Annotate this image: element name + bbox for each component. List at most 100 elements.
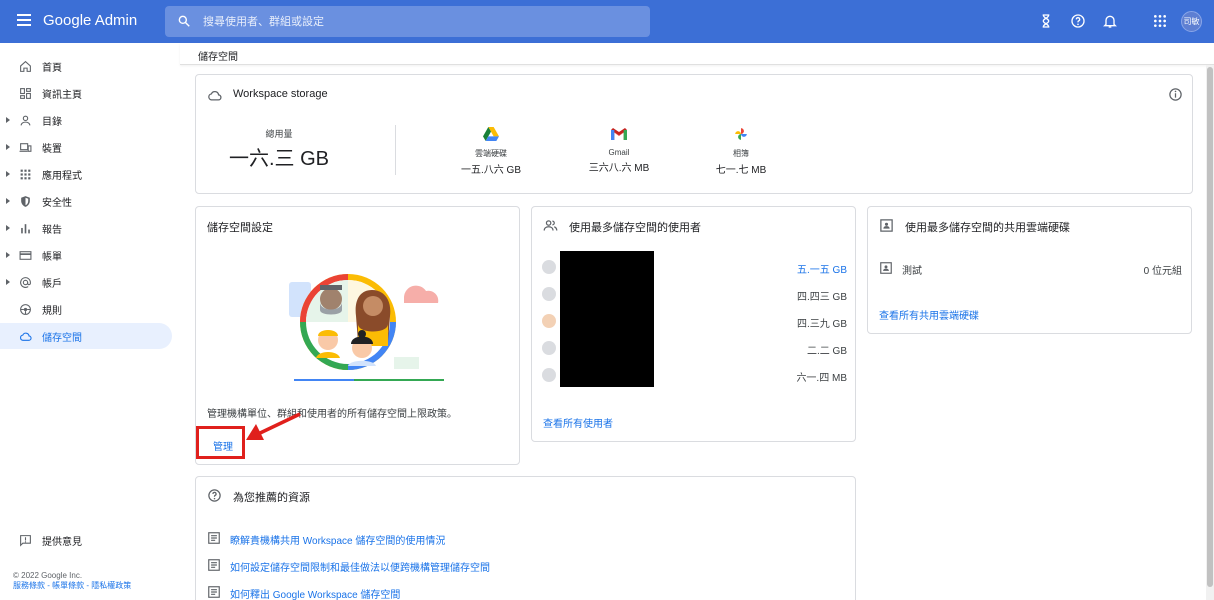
sidebar-item-account[interactable]: 帳戶	[0, 269, 172, 295]
sidebar-item-label: 帳單	[42, 251, 62, 263]
expand-caret-icon	[6, 117, 10, 123]
drive-icon	[483, 127, 499, 141]
sidebar-item-label: 資訊主頁	[42, 89, 82, 101]
sidebar-item-label: 報告	[42, 224, 62, 236]
service-value: 一五.八六 GB	[460, 165, 521, 176]
service-name: 相簿	[733, 149, 749, 158]
shield-icon	[21, 195, 30, 207]
shared-drive-value: 0 位元組	[1143, 266, 1182, 277]
scrollbar[interactable]	[1206, 65, 1214, 600]
article-icon	[208, 532, 220, 544]
sidebar-item-label: 安全性	[42, 197, 72, 209]
sidebar-item-label: 應用程式	[42, 170, 82, 182]
feedback-icon	[20, 534, 31, 547]
workspace-storage-card: Workspace storage 總用量 一六.三 GB 雲端硬碟 一五.八六…	[195, 74, 1193, 194]
card-title: Workspace storage	[233, 88, 328, 100]
service-value: 七一.七 MB	[715, 165, 767, 176]
breadcrumb[interactable]: 儲存空間	[198, 48, 238, 63]
top-users-card: 使用最多儲存空間的使用者 五.一五 GB 四.四三 GB 四.三九 GB 二.二…	[531, 206, 856, 442]
sidebar-footer: © 2022 Google Inc. 服務條款 - 帳單條款 - 隱私權政策	[13, 571, 131, 591]
expand-caret-icon	[6, 198, 10, 204]
gmail-usage: Gmail 三六八.六 MB	[574, 127, 664, 174]
sidebar-item-security[interactable]: 安全性	[0, 188, 172, 214]
top-app-bar: Google Admin 司敏	[0, 0, 1214, 43]
sidebar-item-label: 目錄	[42, 116, 62, 128]
avatar	[542, 260, 556, 274]
sidebar-item-dashboard[interactable]: 資訊主頁	[0, 80, 172, 106]
sidebar-item-label: 規則	[42, 305, 62, 317]
sidebar-item-home[interactable]: 首頁	[0, 53, 172, 79]
expand-caret-icon	[6, 144, 10, 150]
home-icon	[20, 60, 31, 72]
total-usage: 總用量 一六.三 GB	[224, 127, 334, 171]
people-illustration	[289, 274, 444, 381]
shared-drive-icon	[880, 219, 893, 232]
feedback-label: 提供意見	[42, 536, 82, 548]
user-storage-value: 六一.四 MB	[796, 373, 847, 384]
sidebar-item-label: 帳戶	[42, 278, 62, 290]
hourglass-icon[interactable]	[1038, 13, 1054, 29]
sidebar-item-apps[interactable]: 應用程式	[0, 161, 172, 187]
total-usage-label: 總用量	[265, 129, 293, 139]
cloud-icon	[20, 332, 32, 341]
user-storage-value: 四.四三 GB	[796, 292, 847, 303]
recommended-resources-card: 為您推薦的資源 瞭解貴機構共用 Workspace 儲存空間的使用情況 如何設定…	[195, 476, 856, 600]
sidebar-item-billing[interactable]: 帳單	[0, 242, 172, 268]
photos-icon	[735, 128, 747, 140]
account-avatar[interactable]: 司敏	[1181, 11, 1202, 32]
dashboard-icon	[20, 87, 31, 99]
send-feedback-button[interactable]: 提供意見	[0, 527, 172, 553]
scrollbar-thumb[interactable]	[1207, 67, 1213, 587]
avatar	[542, 314, 556, 328]
highlight-box	[196, 426, 245, 459]
resource-link[interactable]: 如何設定儲存空間限制和最佳做法以便跨機構管理儲存空間	[230, 559, 490, 574]
sidebar-item-directory[interactable]: 目錄	[0, 107, 172, 133]
rules-icon	[20, 303, 31, 315]
table-row[interactable]: 測試 0 位元組	[879, 259, 1182, 277]
drive-usage: 雲端硬碟 一五.八六 GB	[446, 127, 536, 176]
user-storage-value: 二.二 GB	[806, 346, 847, 357]
user-storage-value: 四.三九 GB	[796, 319, 847, 330]
sidebar-item-label: 裝置	[42, 143, 62, 155]
divider	[395, 125, 396, 175]
breadcrumb-bar: 儲存空間	[180, 43, 1214, 65]
search-box[interactable]	[165, 6, 650, 37]
resource-link[interactable]: 如何釋出 Google Workspace 儲存空間	[230, 586, 400, 600]
app-brand[interactable]: Google Admin	[43, 12, 137, 29]
devices-icon	[19, 142, 32, 152]
copyright-text: © 2022 Google Inc.	[13, 571, 83, 580]
help-icon[interactable]	[1070, 13, 1086, 29]
at-sign-icon	[20, 276, 31, 288]
notifications-bell-icon[interactable]	[1102, 13, 1118, 29]
person-icon	[20, 115, 31, 125]
search-input[interactable]	[203, 6, 643, 37]
expand-caret-icon	[6, 225, 10, 231]
credit-card-icon	[19, 250, 32, 260]
card-title: 使用最多儲存空間的使用者	[569, 222, 701, 234]
shared-drive-name: 測試	[902, 266, 922, 277]
cloud-icon	[208, 90, 222, 101]
article-icon	[208, 586, 220, 598]
view-all-shared-drives-link[interactable]: 查看所有共用雲端硬碟	[879, 307, 979, 322]
sidebar-item-label: 首頁	[42, 62, 62, 74]
apps-grid-icon	[20, 169, 31, 179]
service-name: Gmail	[608, 148, 630, 157]
sidebar-item-rules[interactable]: 規則	[0, 296, 172, 322]
redacted-user-names	[560, 251, 654, 387]
user-storage-value[interactable]: 五.一五 GB	[797, 261, 847, 276]
shared-drive-icon	[880, 262, 892, 274]
photos-usage: 相簿 七一.七 MB	[696, 127, 786, 176]
apps-grid-icon[interactable]	[1152, 13, 1168, 29]
footer-links[interactable]: 服務條款 - 帳單條款 - 隱私權政策	[13, 581, 131, 590]
expand-caret-icon	[6, 171, 10, 177]
expand-caret-icon	[6, 279, 10, 285]
view-all-users-link[interactable]: 查看所有使用者	[543, 415, 613, 430]
main-menu-icon[interactable]	[17, 14, 31, 26]
sidebar-item-storage[interactable]: 儲存空間	[0, 323, 172, 349]
info-icon[interactable]	[1168, 87, 1183, 102]
sidebar-item-devices[interactable]: 裝置	[0, 134, 172, 160]
search-icon	[178, 15, 190, 27]
resource-link[interactable]: 瞭解貴機構共用 Workspace 儲存空間的使用情況	[230, 532, 445, 547]
sidebar-item-reports[interactable]: 報告	[0, 215, 172, 241]
avatar	[542, 287, 556, 301]
